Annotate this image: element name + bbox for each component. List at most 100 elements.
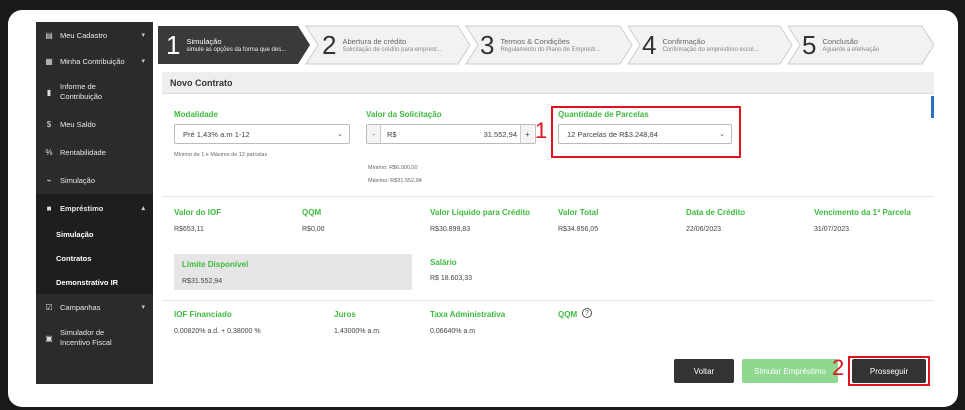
briefcase-icon: ■	[46, 203, 52, 213]
document-icon: ▮	[46, 87, 52, 97]
valor-solicitacao-value: 31.552,94	[483, 129, 517, 139]
calculator-icon: ▦	[45, 56, 53, 66]
stepper: 1 Simulação simule as opções da forma qu…	[158, 22, 934, 68]
parcelas-label: Quantidade de Parcelas	[558, 110, 649, 119]
qqm2-label: QQM	[558, 310, 578, 319]
campaign-icon: ☑	[45, 302, 53, 312]
sidebar-item-label: Meu Saldo	[60, 119, 96, 129]
sidebar-item-label: Informe de Contribuição	[60, 82, 103, 101]
valor-liquido-value: R$30.899,83	[430, 226, 471, 233]
modalidade-select[interactable]: Pré 1,43% a.m 1-12 ⌄	[174, 124, 350, 144]
page-title: Novo Contrato	[162, 72, 934, 94]
annotation-marker-2: 2	[832, 355, 845, 380]
sidebar: ▤ Meu Cadastro ▾ ▦ Minha Contribuição ▾ …	[36, 22, 153, 384]
sidebar-item-campanhas[interactable]: ☑ Campanhas ▾	[36, 294, 153, 320]
juros-label: Juros	[334, 310, 356, 319]
taxa-administrativa-value: 0,06640% a.m	[430, 328, 476, 335]
sidebar-subitem-demonstrativo[interactable]: Demonstrativo IR	[36, 270, 153, 294]
step-title: Confirmação	[662, 37, 705, 46]
help-icon[interactable]: ?	[582, 308, 592, 318]
sidebar-item-label: Simulação	[60, 175, 96, 185]
step-subtitle: Regulamento do Plano de Emprésti...	[500, 47, 601, 53]
chevron-up-icon: ▴	[141, 205, 145, 212]
valor-max: Máximo: R$31.552,94	[368, 178, 422, 184]
data-credito-value: 22/06/2023	[686, 226, 722, 233]
chevron-down-icon: ▾	[141, 304, 145, 311]
divider	[162, 300, 934, 301]
sidebar-subitem-simulacao[interactable]: Simulação	[36, 222, 153, 246]
step-number: 2	[322, 30, 337, 60]
sidebar-item-simulador-fiscal[interactable]: ▣ Simulador de Incentivo Fiscal	[36, 320, 153, 356]
vencimento-label: Vencimento da 1ª Parcela	[814, 208, 911, 217]
sidebar-subitem-contratos[interactable]: Contratos	[36, 246, 153, 270]
step-number: 4	[642, 30, 657, 60]
sidebar-subitem-label: Simulação	[56, 229, 94, 239]
sidebar-item-label: Minha Contribuição	[60, 56, 125, 66]
sidebar-item-saldo[interactable]: $ Meu Saldo	[36, 110, 153, 138]
sidebar-item-rentabilidade[interactable]: % Rentabilidade	[36, 138, 153, 166]
limite-value: R$31.552,94	[182, 278, 223, 285]
modalidade-hint: Mínimo de 1 e Máximo de 12 parcelas	[174, 152, 268, 158]
step-5[interactable]: 5 Conclusão Aguarde a efetivação	[802, 26, 879, 64]
chevron-down-icon: ▾	[141, 32, 145, 39]
step-title: Simulação	[186, 37, 222, 46]
parcelas-select[interactable]: 12 Parcelas de R$3.248,84 ⌄	[558, 124, 732, 144]
sidebar-item-informe[interactable]: ▮ Informe de Contribuição	[36, 74, 153, 110]
sidebar-subitem-label: Demonstrativo IR	[56, 277, 119, 287]
qqm-label: QQM	[302, 208, 322, 217]
sidebar-item-cadastro[interactable]: ▤ Meu Cadastro ▾	[36, 22, 153, 48]
id-card-icon: ▤	[45, 30, 53, 40]
chevron-down-icon: ▾	[141, 58, 145, 65]
valor-solicitacao-label: Valor da Solicitação	[366, 110, 442, 119]
iof-label: Valor do IOF	[174, 208, 222, 217]
iof-financiado-label: IOF Financiado	[174, 310, 232, 319]
sidebar-item-contribuicao[interactable]: ▦ Minha Contribuição ▾	[36, 48, 153, 74]
valor-total-label: Valor Total	[558, 208, 599, 217]
iof-financiado-value: 0,00820% a.d. + 0,38000 %	[174, 328, 261, 335]
step-subtitle: Solicitação de crédito para emprest...	[342, 47, 442, 53]
valor-solicitacao-input[interactable]: - R$ 31.552,94	[366, 124, 536, 144]
simular-emprestimo-button[interactable]: Simular Empréstimo	[742, 359, 838, 383]
annotation-marker-1: 1	[535, 118, 548, 143]
data-credito-label: Data de Crédito	[686, 208, 746, 217]
sidebar-item-label: Empréstimo	[60, 203, 104, 213]
step-subtitle: simule as opções da forma que des...	[186, 47, 287, 53]
limite-label: Limite Disponível	[182, 260, 249, 269]
step-2[interactable]: 2 Abertura de crédito Solicitação de cré…	[322, 26, 442, 64]
step-number: 5	[802, 30, 817, 60]
step-1[interactable]: 1 Simulação simule as opções da forma qu…	[166, 26, 286, 64]
dollar-icon: $	[46, 119, 52, 129]
step-number: 3	[480, 30, 495, 60]
valor-total-value: R$34.856,05	[558, 226, 599, 233]
voltar-button[interactable]: Voltar	[674, 359, 734, 383]
valor-liquido-label: Valor Líquido para Crédito	[430, 208, 531, 217]
iof-value: R$653,11	[174, 226, 204, 233]
chevron-down-icon: ⌄	[719, 131, 725, 138]
increment-button[interactable]: +	[520, 125, 534, 143]
step-3[interactable]: 3 Termos & Condições Regulamento do Plan…	[480, 26, 600, 64]
sidebar-item-label: Meu Cadastro	[60, 30, 108, 40]
valor-min: Mínimo: R$6.000,00	[368, 165, 418, 171]
step-4[interactable]: 4 Confirmação Confirmação do empréstimo …	[642, 26, 759, 64]
decrement-button[interactable]: -	[367, 125, 381, 143]
simulator-icon: ▣	[45, 333, 53, 343]
salario-value: R$ 18.603,33	[430, 275, 473, 282]
chevron-down-icon: ⌄	[337, 131, 343, 138]
sidebar-item-label: Campanhas	[60, 302, 101, 312]
modalidade-label: Modalidade	[174, 110, 219, 119]
step-title: Abertura de crédito	[342, 37, 407, 46]
sidebar-item-label: Simulador de Incentivo Fiscal	[60, 328, 112, 347]
sidebar-item-simulacao[interactable]: ⌁ Simulação	[36, 166, 153, 194]
step-number: 1	[166, 30, 181, 60]
prosseguir-button[interactable]: Prosseguir	[852, 359, 926, 383]
qqm-value: R$0,00	[302, 226, 325, 233]
parcelas-value: 12 Parcelas de R$3.248,84	[567, 129, 658, 139]
modalidade-value: Pré 1,43% a.m 1-12	[183, 129, 250, 139]
step-subtitle: Aguarde a efetivação	[822, 47, 880, 53]
sidebar-item-emprestimo[interactable]: ■ Empréstimo ▴	[36, 194, 153, 222]
taxa-administrativa-label: Taxa Administrativa	[430, 310, 506, 319]
step-title: Conclusão	[822, 37, 858, 46]
step-subtitle: Confirmação do empréstimo escol...	[662, 47, 759, 53]
currency-prefix: R$	[387, 129, 397, 139]
chart-icon: ⌁	[46, 175, 52, 185]
